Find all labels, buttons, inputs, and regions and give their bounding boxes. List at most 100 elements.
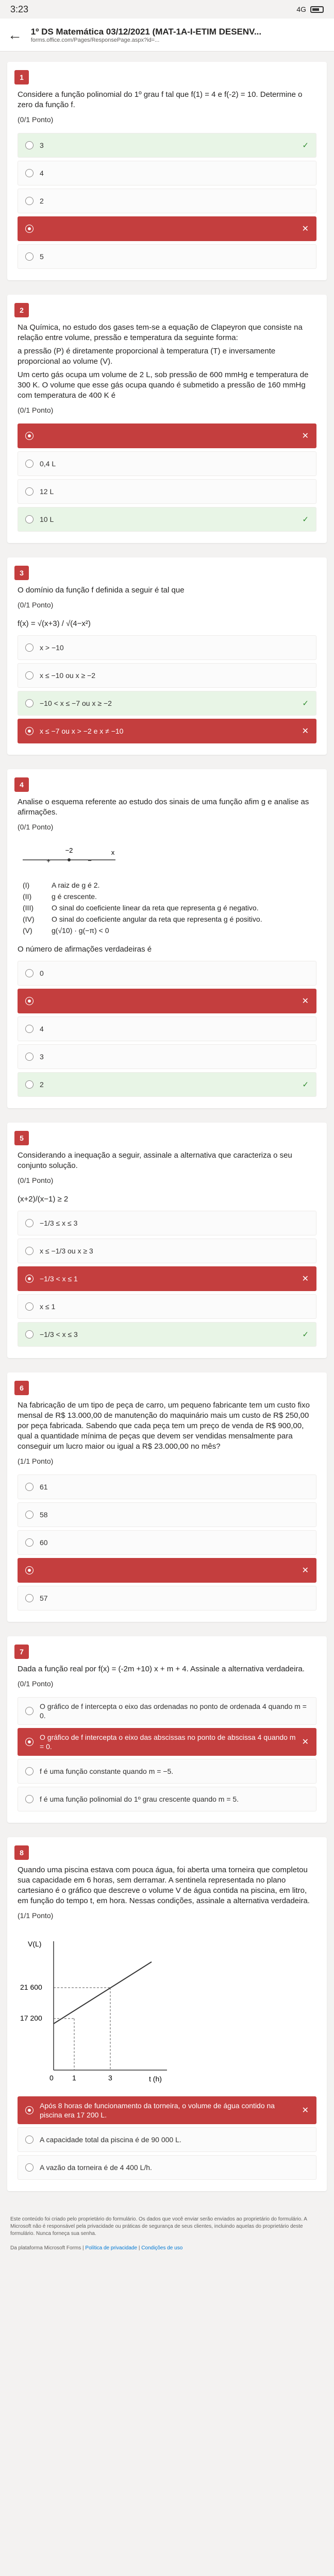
- volume-graph-svg: V(L) t (h) 21 600 17 200 0 1 3: [20, 1940, 167, 2083]
- answer-option[interactable]: x ≤ −7 ou x > −2 e x ≠ −10 ✕: [18, 719, 316, 743]
- answer-option[interactable]: f é uma função polinomial do 1º grau cre…: [18, 1787, 316, 1811]
- radio-button[interactable]: [25, 141, 34, 149]
- option-label: 60: [40, 1538, 48, 1547]
- question-card: 2 Na Química, no estudo dos gases tem-se …: [7, 295, 327, 543]
- app-header: ← 1º DS Matemática 03/12/2021 (MAT-1A-I-…: [0, 19, 334, 52]
- answer-option[interactable]: 5: [18, 244, 316, 269]
- radio-button[interactable]: [25, 460, 34, 468]
- answer-option[interactable]: 57: [18, 1586, 316, 1611]
- answer-option[interactable]: O gráfico de f intercepta o eixo das ord…: [18, 1697, 316, 1725]
- answer-option[interactable]: f é uma função constante quando m = −5.: [18, 1759, 316, 1784]
- answer-option[interactable]: 10 L ✓: [18, 507, 316, 532]
- radio-button[interactable]: [25, 671, 34, 680]
- answer-option[interactable]: ✕: [18, 1558, 316, 1583]
- radio-button[interactable]: [25, 1053, 34, 1061]
- question-card: 8 Quando uma piscina estava com pouca águ…: [7, 1837, 327, 2191]
- back-arrow-icon[interactable]: ←: [7, 27, 23, 43]
- answer-option[interactable]: 2: [18, 189, 316, 213]
- radio-button[interactable]: [25, 969, 34, 977]
- radio-button[interactable]: [25, 487, 34, 496]
- option-label: 57: [40, 1594, 48, 1602]
- radio-button[interactable]: [25, 1219, 34, 1227]
- radio-button[interactable]: [25, 1330, 34, 1338]
- statement: (I) A raiz de g é 2.: [23, 880, 311, 890]
- radio-button[interactable]: [25, 2106, 34, 2114]
- radio-button[interactable]: [25, 1795, 34, 1803]
- radio-button[interactable]: [25, 1302, 34, 1311]
- radio-button[interactable]: [25, 1767, 34, 1775]
- radio-button[interactable]: [25, 1247, 34, 1255]
- question-card: 6 Na fabricação de um tipo de peça de car…: [7, 1372, 327, 1622]
- radio-button[interactable]: [25, 643, 34, 652]
- answer-option[interactable]: 2 ✓: [18, 1072, 316, 1097]
- answer-option[interactable]: 58: [18, 1502, 316, 1527]
- volume-line: [53, 1961, 152, 2024]
- radio-button[interactable]: [25, 1566, 34, 1574]
- answer-option[interactable]: A capacidade total da piscina é de 90 00…: [18, 2127, 316, 2152]
- answer-option[interactable]: 0,4 L: [18, 451, 316, 476]
- answer-option[interactable]: 12 L: [18, 479, 316, 504]
- radio-button[interactable]: [25, 169, 34, 177]
- terms-link[interactable]: Condições de uso: [141, 2245, 182, 2251]
- question-card: 7 Dada a função real por f(x) = (-2m +10)…: [7, 1636, 327, 1823]
- radio-button[interactable]: [25, 727, 34, 735]
- radio-button[interactable]: [25, 1275, 34, 1283]
- battery-icon: [310, 6, 324, 13]
- x-tick-label: 0: [49, 2074, 54, 2082]
- answer-option[interactable]: 3: [18, 1044, 316, 1069]
- privacy-link[interactable]: Política de privacidade: [85, 2245, 137, 2251]
- answer-option[interactable]: −1/3 ≤ x ≤ 3: [18, 1211, 316, 1235]
- answer-option[interactable]: 61: [18, 1475, 316, 1499]
- radio-button[interactable]: [25, 1511, 34, 1519]
- question-number: 8: [14, 1845, 29, 1860]
- check-icon: ✓: [302, 1080, 309, 1089]
- question-title: Considere a função polinomial do 1º grau…: [7, 84, 327, 115]
- answer-option[interactable]: ✕: [18, 989, 316, 1013]
- radio-button[interactable]: [25, 1025, 34, 1033]
- option-label: 2: [40, 197, 44, 205]
- radio-button[interactable]: [25, 699, 34, 707]
- answer-option[interactable]: ✕: [18, 423, 316, 448]
- answer-option[interactable]: 0: [18, 961, 316, 986]
- radio-button[interactable]: [25, 2163, 34, 2172]
- radio-button[interactable]: [25, 515, 34, 523]
- radio-button[interactable]: [25, 197, 34, 205]
- answer-option[interactable]: −1/3 < x ≤ 3 ✓: [18, 1322, 316, 1347]
- question-text: Considere a função polinomial do 1º grau…: [18, 90, 303, 109]
- question-card: 1 Considere a função polinomial do 1º gra…: [7, 62, 327, 280]
- cross-icon: ✕: [302, 727, 309, 736]
- option-label: 5: [40, 252, 44, 261]
- cross-icon: ✕: [302, 997, 309, 1006]
- clock: 3:23: [10, 4, 29, 14]
- statement: (III) O sinal do coeficiente linear da re…: [23, 903, 311, 913]
- radio-button[interactable]: [25, 1738, 34, 1746]
- question-number: 5: [14, 1131, 29, 1145]
- radio-button[interactable]: [25, 1080, 34, 1089]
- radio-button[interactable]: [25, 432, 34, 440]
- status-bar: 3:23 4G: [0, 0, 334, 19]
- answer-option[interactable]: A vazão da torneira é de 4 400 L/h.: [18, 2155, 316, 2180]
- answer-option[interactable]: x ≤ 1: [18, 1294, 316, 1319]
- answer-option[interactable]: x > −10: [18, 635, 316, 660]
- root-point: [68, 858, 71, 861]
- answer-option[interactable]: O gráfico de f intercepta o eixo das abs…: [18, 1728, 316, 1756]
- answer-option[interactable]: Após 8 horas de funcionamento da torneir…: [18, 2096, 316, 2124]
- answer-option[interactable]: x ≤ −1/3 ou x ≥ 3: [18, 1239, 316, 1263]
- answer-option[interactable]: 4: [18, 161, 316, 185]
- radio-button[interactable]: [25, 225, 34, 233]
- answer-option[interactable]: 60: [18, 1530, 316, 1555]
- radio-button[interactable]: [25, 997, 34, 1005]
- radio-button[interactable]: [25, 1538, 34, 1547]
- radio-button[interactable]: [25, 1483, 34, 1491]
- radio-button[interactable]: [25, 2136, 34, 2144]
- answer-option[interactable]: 4: [18, 1016, 316, 1041]
- answer-option[interactable]: ✕: [18, 216, 316, 241]
- answer-option[interactable]: −1/3 < x ≤ 1 ✕: [18, 1266, 316, 1291]
- answer-option[interactable]: 3 ✓: [18, 133, 316, 158]
- radio-button[interactable]: [25, 1594, 34, 1602]
- question-text: Quando uma piscina estava com pouca água…: [18, 1866, 310, 1905]
- radio-button[interactable]: [25, 252, 34, 261]
- radio-button[interactable]: [25, 1707, 34, 1715]
- answer-option[interactable]: x ≤ −10 ou x ≥ −2: [18, 663, 316, 688]
- answer-option[interactable]: −10 < x ≤ −7 ou x ≥ −2 ✓: [18, 691, 316, 716]
